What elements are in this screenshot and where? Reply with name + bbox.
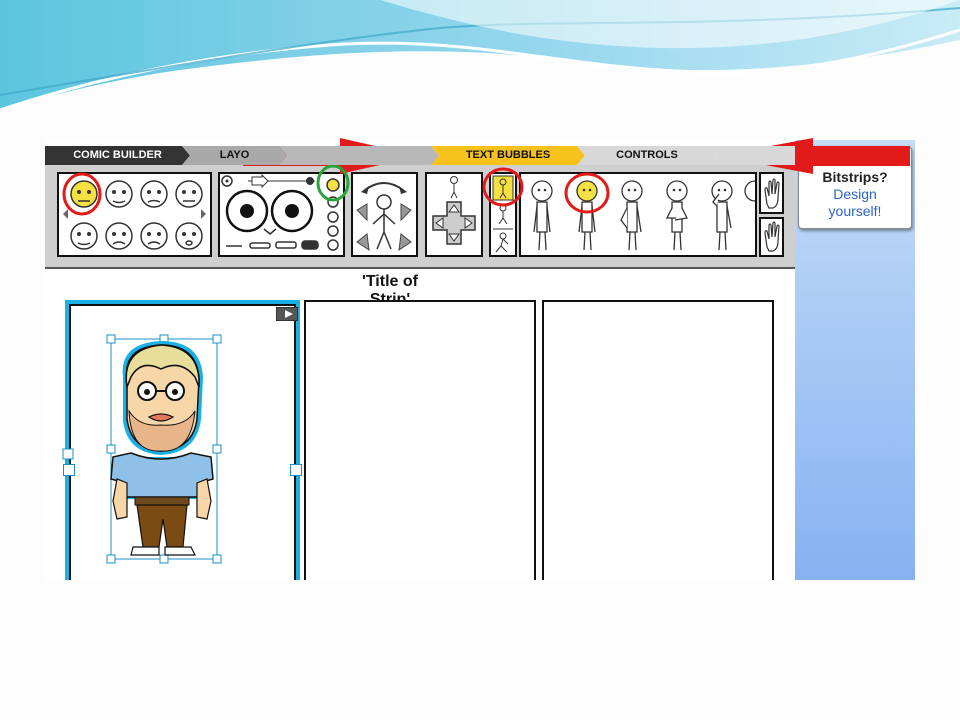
expression-panel (57, 172, 212, 257)
body-type-panel (489, 172, 517, 257)
rotate-panel (351, 172, 418, 257)
pose-panel (519, 172, 766, 257)
tab-hidden[interactable] (279, 146, 439, 165)
character-avatar[interactable] (110, 341, 214, 556)
bitstrips-app: New to Bitstrips? Design yourself! COMIC… (45, 140, 915, 580)
tab-label: TEXT BUBBLES (465, 149, 551, 161)
tab-comic-builder[interactable]: COMIC BUILDER (45, 146, 190, 165)
hand-panel-top (759, 172, 784, 214)
mouth-icon[interactable] (226, 240, 319, 250)
face-expression-icon[interactable] (59, 174, 210, 255)
direction-panel (425, 172, 483, 257)
body-pose-icon[interactable] (521, 174, 766, 255)
promo-box[interactable]: New to Bitstrips? Design yourself! (798, 146, 912, 229)
promo-line-2: Bitstrips? (822, 169, 888, 185)
tab-label: CONTROLS (616, 149, 678, 161)
camera-icon[interactable] (276, 307, 298, 321)
tab-label: LAYO (219, 149, 250, 161)
tab-controls[interactable]: CONTROLS (577, 146, 717, 165)
comic-panel-3[interactable] (542, 300, 774, 580)
hand-panel-bottom (759, 217, 784, 257)
promo-line-1: New to (832, 152, 878, 168)
comic-panel-1[interactable] (62, 300, 302, 580)
comic-strip (45, 267, 795, 580)
eyes-mouth-panel (218, 172, 345, 257)
direction-pad-icon[interactable] (432, 201, 476, 245)
tab-label: COMIC BUILDER (73, 149, 162, 161)
comic-panel-2[interactable] (304, 300, 536, 580)
tab-blank (709, 146, 795, 165)
face-shape-icon[interactable] (326, 178, 340, 251)
tab-layout[interactable]: LAYO (182, 146, 287, 165)
pose-rotate-icon[interactable] (353, 174, 416, 255)
promo-link-yourself[interactable]: yourself! (799, 203, 911, 220)
promo-link-design[interactable]: Design (799, 186, 911, 203)
body-type-icon[interactable] (491, 174, 515, 255)
resize-handle-left[interactable] (63, 464, 75, 476)
hand-icon[interactable] (761, 219, 782, 255)
mini-figure-icon[interactable] (450, 176, 458, 199)
hand-icon[interactable] (761, 174, 782, 212)
resize-handle-right[interactable] (290, 464, 302, 476)
character-selection[interactable] (61, 329, 301, 580)
tab-text-bubbles[interactable]: TEXT BUBBLES (431, 146, 585, 165)
eye-icon[interactable] (221, 173, 315, 235)
character-toolbar (45, 165, 795, 269)
tab-bar: COMIC BUILDER LAYO TEXT BUBBLES CONTROLS (45, 146, 795, 165)
